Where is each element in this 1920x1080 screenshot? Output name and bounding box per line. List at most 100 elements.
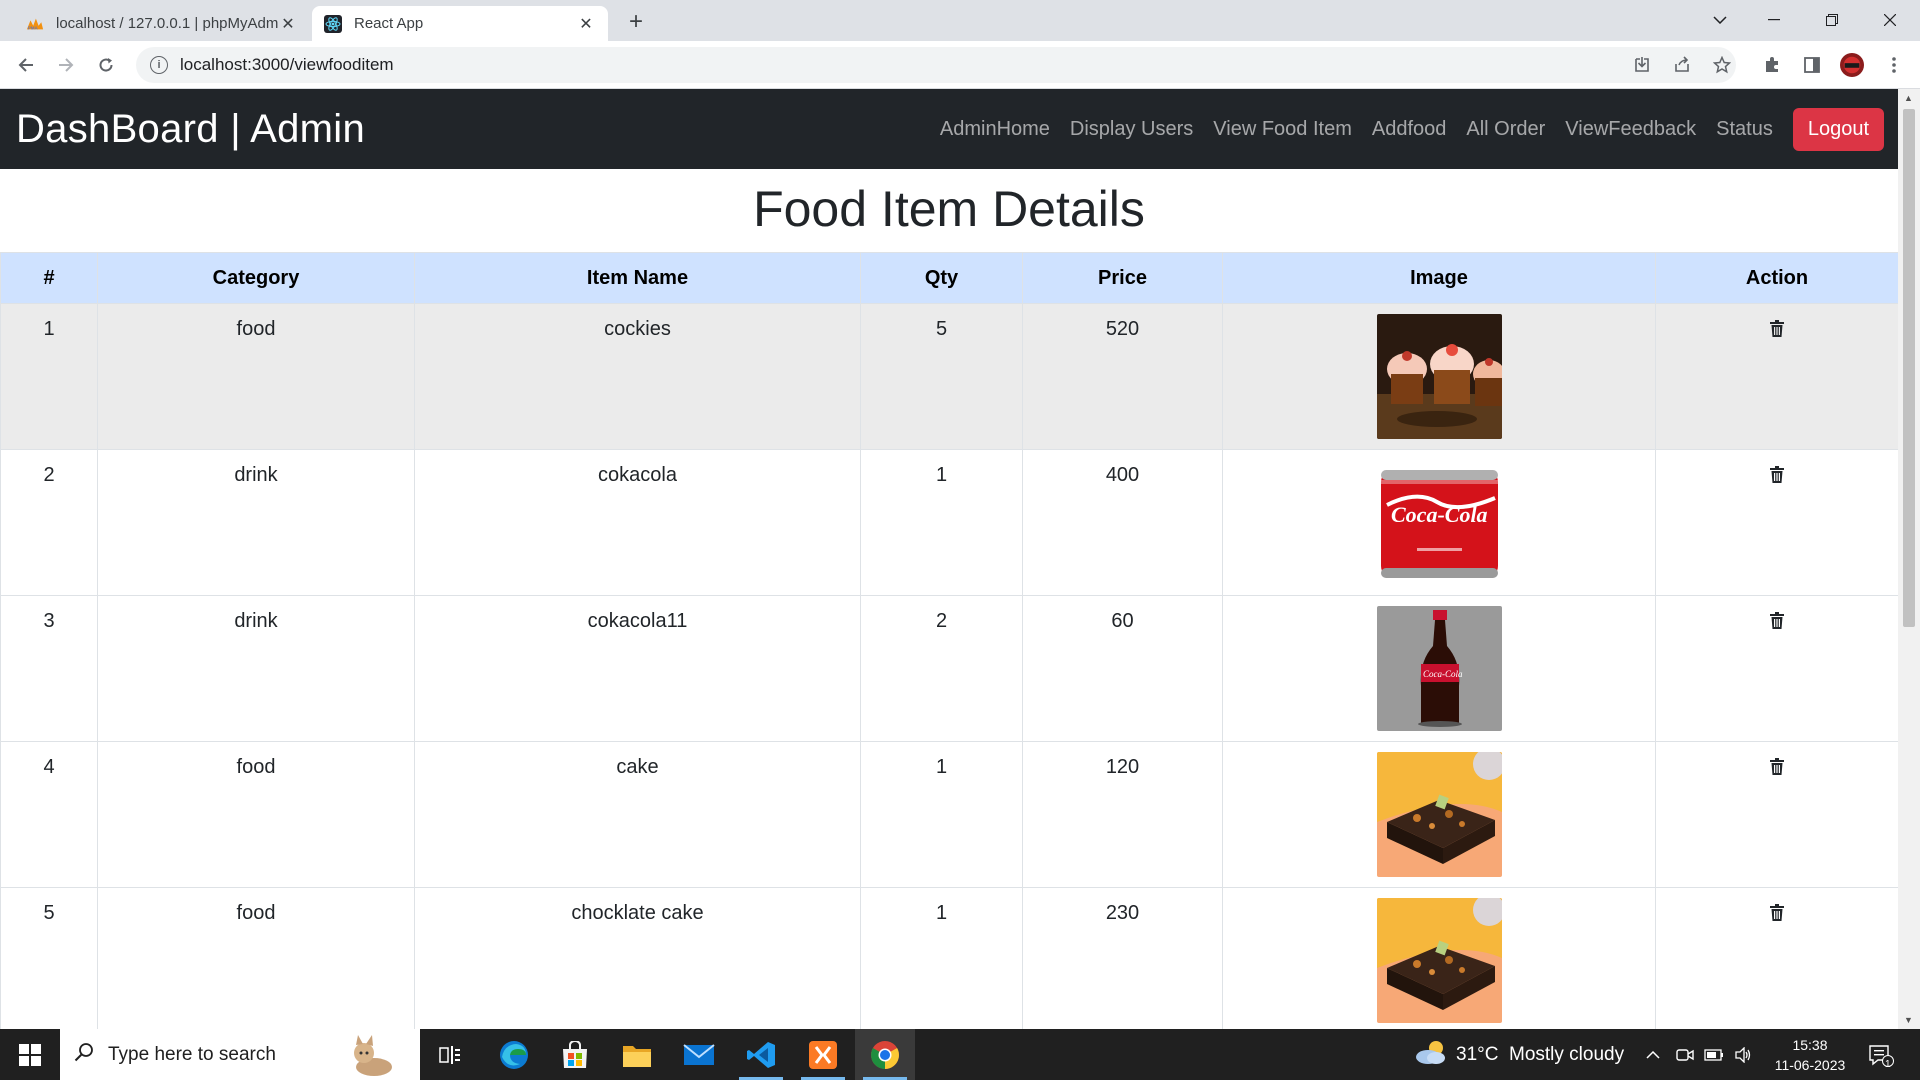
cell-action (1655, 595, 1898, 742)
logout-button[interactable]: Logout (1792, 107, 1884, 151)
cell-category: food (97, 887, 415, 1029)
extensions-puzzle-icon[interactable] (1760, 53, 1784, 77)
site-info-icon[interactable]: i (150, 56, 168, 74)
table-row: 1 food cockies 5 520 (0, 303, 1898, 450)
notifications-icon[interactable]: 1 (1868, 1029, 1894, 1080)
svg-text:Coca-Cola: Coca-Cola (1391, 502, 1488, 527)
cell-image: Coca-Cola (1222, 595, 1656, 742)
nav-link-display-users[interactable]: Display Users (1070, 118, 1193, 141)
side-panel-icon[interactable] (1800, 53, 1824, 77)
column-header-category: Category (97, 252, 415, 304)
profile-avatar[interactable] (1840, 53, 1864, 77)
clock-time: 15:38 (1792, 1037, 1828, 1053)
cell-qty: 2 (860, 595, 1023, 742)
column-header-price: Price (1022, 252, 1223, 304)
cell-number: 5 (0, 887, 98, 1029)
svg-text:Coca-Cola: Coca-Cola (1423, 669, 1463, 679)
address-bar[interactable]: i localhost:3000/viewfooditem (136, 47, 1736, 83)
column-header-action: Action (1655, 252, 1898, 304)
close-tab-icon[interactable]: ✕ (278, 14, 298, 34)
notification-count: 1 (1885, 1059, 1891, 1070)
delete-trash-icon[interactable] (1770, 320, 1784, 337)
cell-item-name: cokacola (414, 449, 861, 596)
cloudy-weather-icon (1414, 1039, 1448, 1071)
cell-category: food (97, 741, 415, 888)
share-icon[interactable] (1670, 53, 1694, 77)
volume-icon[interactable] (1734, 1029, 1752, 1080)
column-header-image: Image (1222, 252, 1656, 304)
restore-button[interactable] (1812, 6, 1852, 34)
bookmark-star-icon[interactable] (1710, 53, 1734, 77)
delete-trash-icon[interactable] (1770, 904, 1784, 921)
taskbar-search-box[interactable]: Type here to search (60, 1029, 420, 1080)
admin-navbar: DashBoard | Admin AdminHome Display User… (0, 89, 1898, 169)
tab-search-chevron-icon[interactable] (1700, 6, 1740, 34)
meet-now-icon[interactable] (1676, 1029, 1694, 1080)
install-app-icon[interactable] (1630, 53, 1654, 77)
cell-price: 120 (1022, 741, 1223, 888)
column-header-number: # (0, 252, 98, 304)
minimize-button[interactable] (1754, 6, 1794, 34)
phpmyadmin-icon: PMA (26, 15, 44, 33)
back-arrow-icon[interactable] (12, 51, 40, 79)
scrollbar-thumb[interactable] (1903, 109, 1915, 627)
scroll-down-arrow-icon[interactable]: ▼ (1904, 1015, 1913, 1025)
show-hidden-icons-chevron-icon[interactable] (1646, 1029, 1660, 1080)
nav-link-all-order[interactable]: All Order (1466, 118, 1545, 141)
chocolate-cake-photo (1376, 752, 1502, 877)
search-icon (74, 1042, 94, 1067)
cell-action (1655, 449, 1898, 596)
tab-react-app[interactable]: React App ✕ (312, 6, 608, 41)
tab-phpmyadmin[interactable]: PMA localhost / 127.0.0.1 | phpMyAdm ✕ (14, 6, 310, 41)
tab-title: React App (354, 15, 424, 32)
microsoft-store-icon[interactable] (545, 1029, 605, 1080)
table-row: 5 food chocklate cake 1 230 (0, 887, 1898, 1029)
vscode-icon[interactable] (731, 1029, 791, 1080)
svg-text:PMA: PMA (28, 25, 39, 30)
search-placeholder: Type here to search (108, 1043, 276, 1065)
cell-image (1222, 741, 1656, 888)
edge-browser-icon[interactable] (484, 1029, 544, 1080)
scroll-up-arrow-icon[interactable]: ▲ (1904, 93, 1913, 103)
nav-link-viewfeedback[interactable]: ViewFeedback (1565, 118, 1696, 141)
column-header-qty: Qty (860, 252, 1023, 304)
delete-trash-icon[interactable] (1770, 758, 1784, 775)
cell-price: 230 (1022, 887, 1223, 1029)
url-text: localhost:3000/viewfooditem (180, 55, 394, 74)
brand-title[interactable]: DashBoard | Admin (16, 107, 365, 152)
nav-link-status[interactable]: Status (1716, 118, 1773, 141)
file-explorer-icon[interactable] (607, 1029, 667, 1080)
coca-cola-bottle-photo: Coca-Cola (1376, 606, 1502, 731)
xampp-icon[interactable] (793, 1029, 853, 1080)
mail-icon[interactable] (669, 1029, 729, 1080)
delete-trash-icon[interactable] (1770, 612, 1784, 629)
windows-start-icon[interactable] (0, 1029, 60, 1080)
task-view-icon[interactable] (420, 1029, 480, 1080)
page-scrollbar[interactable]: ▲ ▼ (1898, 89, 1920, 1029)
taskbar-clock[interactable]: 15:38 11-06-2023 (1770, 1035, 1850, 1075)
forward-arrow-icon[interactable] (52, 51, 80, 79)
cell-category: food (97, 303, 415, 450)
search-highlight-cat-icon (342, 1031, 402, 1080)
nav-link-adminhome[interactable]: AdminHome (940, 118, 1050, 141)
nav-link-addfood[interactable]: Addfood (1372, 118, 1447, 141)
page-title: Food Item Details (753, 181, 1145, 237)
cell-qty: 5 (860, 303, 1023, 450)
weather-widget[interactable]: 31°C Mostly cloudy (1414, 1029, 1624, 1080)
nav-link-view-food-item[interactable]: View Food Item (1213, 118, 1352, 141)
weather-text: 31°C Mostly cloudy (1456, 1043, 1625, 1065)
delete-trash-icon[interactable] (1770, 466, 1784, 483)
chrome-menu-icon[interactable] (1882, 53, 1906, 77)
nav-links: AdminHome Display Users View Food Item A… (920, 89, 1884, 169)
close-window-button[interactable] (1870, 6, 1910, 34)
new-tab-button[interactable]: + (622, 8, 650, 36)
cell-qty: 1 (860, 449, 1023, 596)
clock-date: 11-06-2023 (1774, 1057, 1846, 1073)
column-header-item-name: Item Name (414, 252, 861, 304)
chrome-icon[interactable] (855, 1029, 915, 1080)
battery-icon[interactable] (1704, 1029, 1724, 1080)
close-tab-icon[interactable]: ✕ (576, 14, 596, 34)
table-header-row: # Category Item Name Qty Price Image Act… (0, 252, 1898, 304)
reload-icon[interactable] (92, 51, 120, 79)
cell-action (1655, 887, 1898, 1029)
